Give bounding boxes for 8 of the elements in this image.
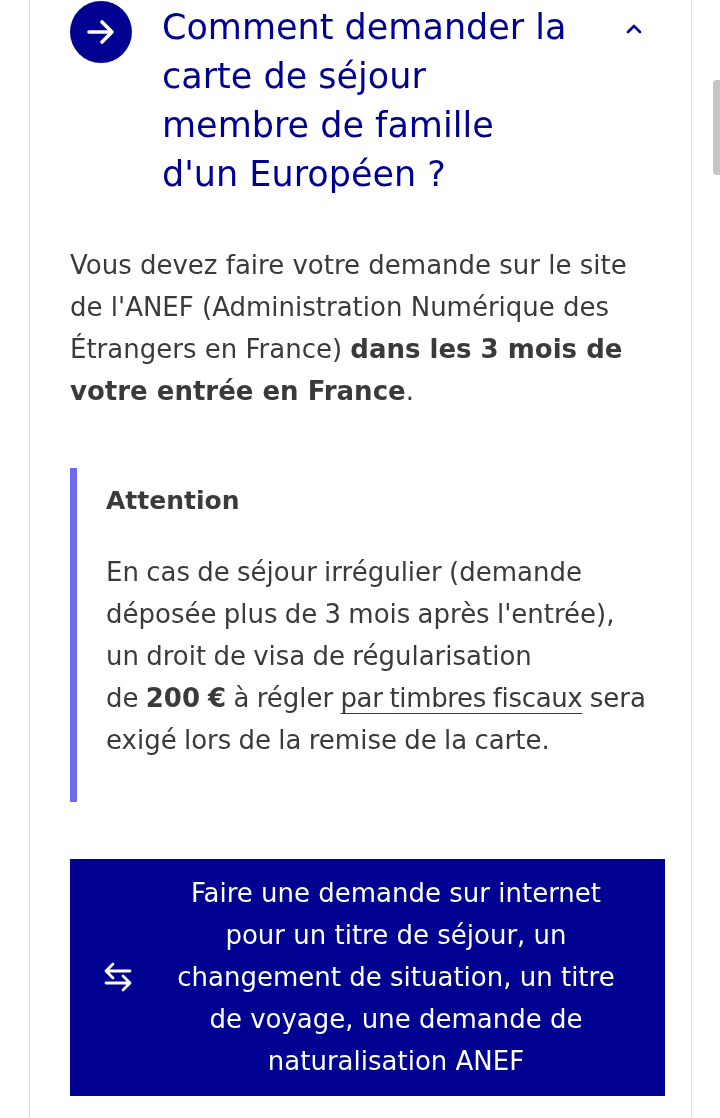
online-request-button[interactable]: Faire une demande sur internet pour un titre de séjour, un changement de situation, un titre de voyage, une demande de naturalisation ANEF (70, 859, 665, 1096)
fiscal-stamps-link[interactable]: par timbres fiscaux (340, 683, 583, 713)
scrollbar[interactable] (713, 80, 720, 175)
callout-title: Attention (106, 485, 240, 517)
callout-text: En cas de séjour irrégulier (demande déposée plus de 3 mois après l'entrée), un droit de visa de régularisation de 200 € à régler par timbres fiscaux sera exigé lors de la remise de la carte. (106, 556, 647, 757)
swap-arrows-icon (103, 962, 133, 992)
intro-paragraph: Vous devez faire votre demande sur le site de l'ANEF (Administration Numérique des Étrangers en France) dans les 3 mois de votre entrée en France. (70, 249, 628, 408)
accordion-header[interactable]: Comment demander la carte de séjour membre de famille d'un Européen ? (162, 3, 665, 199)
